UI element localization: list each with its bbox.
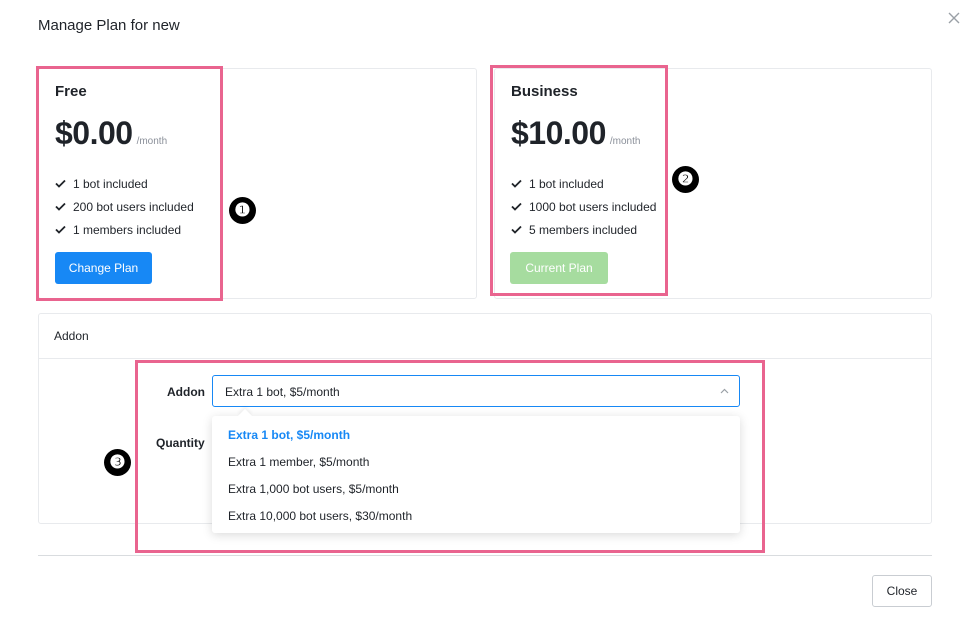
feature-item: 5 members included — [511, 218, 656, 241]
check-icon — [511, 202, 522, 211]
addon-select[interactable]: Extra 1 bot, $5/month — [212, 375, 740, 407]
close-icon[interactable] — [946, 10, 962, 26]
addon-option[interactable]: Extra 1,000 bot users, $5/month — [212, 476, 740, 503]
check-icon — [55, 225, 66, 234]
feature-text: 1 bot included — [529, 176, 604, 191]
feature-item: 1 bot included — [55, 172, 194, 195]
feature-text: 1 members included — [73, 222, 182, 237]
plan-card-free: Free $0.00 /month 1 bot included 200 bot… — [38, 68, 477, 299]
feature-list: 1 bot included 1000 bot users included 5… — [511, 172, 656, 241]
annotation-badge-1: ❶ — [229, 197, 256, 224]
addon-options: Extra 1 bot, $5/month Extra 1 member, $5… — [212, 416, 740, 530]
feature-item: 1 bot included — [511, 172, 656, 195]
price-period: /month — [609, 136, 641, 147]
addon-label: Addon — [167, 385, 205, 399]
plan-price: $0.00 — [55, 115, 133, 151]
addon-option[interactable]: Extra 10,000 bot users, $30/month — [212, 503, 740, 530]
addon-section-title: Addon — [39, 314, 931, 359]
plan-card-business: Business $10.00 /month 1 bot included 10… — [494, 68, 932, 299]
price-period: /month — [136, 136, 168, 147]
addon-option[interactable]: Extra 1 member, $5/month — [212, 449, 740, 476]
feature-item: 1000 bot users included — [511, 195, 656, 218]
feature-item: 1 members included — [55, 218, 194, 241]
plan-name: Business — [511, 83, 578, 100]
feature-item: 200 bot users included — [55, 195, 194, 218]
plan-price: $10.00 — [511, 115, 606, 151]
price-row: $0.00 /month — [55, 115, 167, 152]
feature-text: 200 bot users included — [73, 199, 194, 214]
quantity-label: Quantity — [156, 436, 205, 450]
annotation-badge-2: ❷ — [672, 166, 699, 193]
annotation-badge-3: ❸ — [104, 449, 131, 476]
check-icon — [55, 179, 66, 188]
current-plan-button: Current Plan — [510, 252, 608, 284]
addon-dropdown-menu: Extra 1 bot, $5/month Extra 1 member, $5… — [212, 408, 740, 533]
feature-text: 1000 bot users included — [529, 199, 657, 214]
footer-divider — [38, 555, 932, 556]
close-button[interactable]: Close — [872, 575, 932, 607]
check-icon — [55, 202, 66, 211]
check-icon — [511, 179, 522, 188]
feature-text: 1 bot included — [73, 176, 148, 191]
check-icon — [511, 225, 522, 234]
feature-text: 5 members included — [529, 222, 638, 237]
addon-option[interactable]: Extra 1 bot, $5/month — [212, 422, 740, 449]
feature-list: 1 bot included 200 bot users included 1 … — [55, 172, 194, 241]
addon-select-value: Extra 1 bot, $5/month — [225, 385, 340, 399]
price-row: $10.00 /month — [511, 115, 640, 152]
plan-name: Free — [55, 83, 87, 100]
change-plan-button[interactable]: Change Plan — [55, 252, 152, 284]
modal-title: Manage Plan for new — [38, 17, 180, 34]
chevron-up-icon — [720, 388, 729, 394]
